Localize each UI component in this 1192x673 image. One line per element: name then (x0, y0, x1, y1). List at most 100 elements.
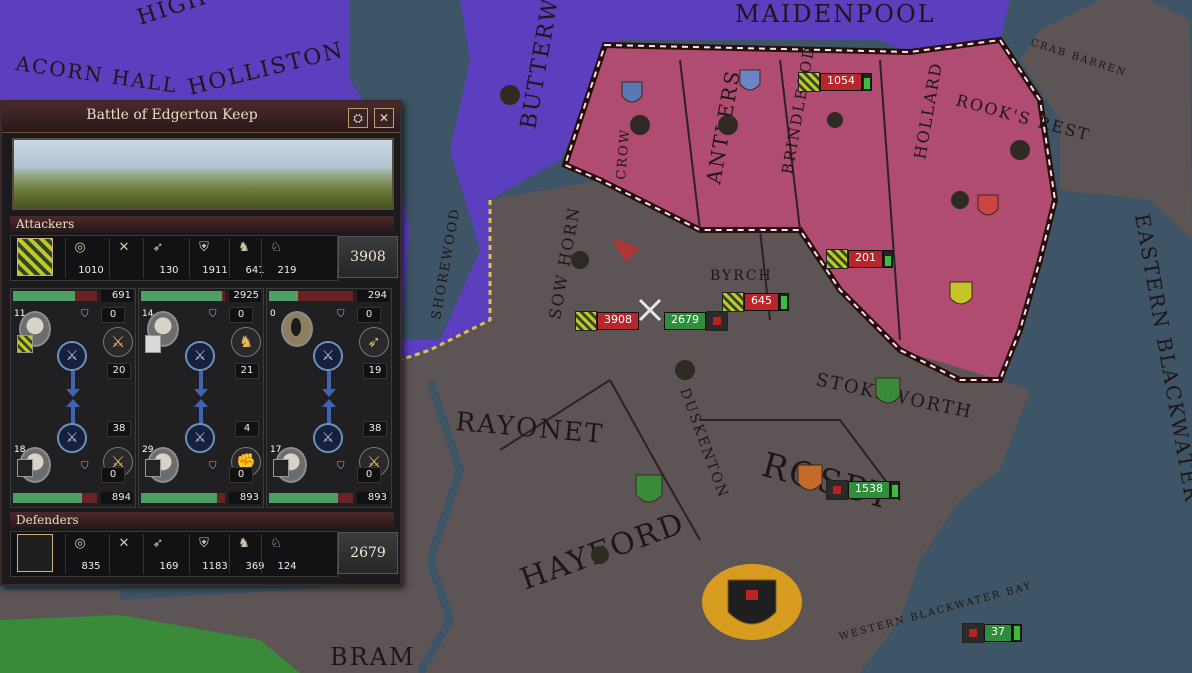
army-unit-201[interactable]: 201 (826, 249, 893, 269)
svg-text:BRAM: BRAM (330, 643, 416, 671)
tactic-value: 38 (363, 421, 387, 437)
commander-skill: 17 (270, 445, 282, 455)
helmet-icon: ⛉ (81, 309, 89, 320)
defender-strength-bar (269, 493, 353, 503)
commander-skill: 11 (14, 309, 26, 319)
defender-strength: 894 (101, 492, 133, 504)
heavy-infantry-icon: ⛨ (199, 536, 209, 551)
attacker-strength: 294 (357, 290, 389, 302)
commander-flag-icon (17, 335, 33, 353)
army-size: 1054 (820, 73, 862, 91)
arrow-down-icon (66, 371, 80, 397)
tactic-sword-icon[interactable]: ⚔ (313, 423, 343, 453)
tactic-value: 20 (107, 363, 131, 379)
flank-center: 2925 14 ⛉ 0 ♞ ⚔ 21 ⚔ 4 29 ⛉ ✊ 0 893 (138, 288, 264, 508)
arrow-down-icon (322, 371, 336, 397)
attacker-strength-bar (13, 291, 97, 301)
army-flag-icon (706, 311, 728, 331)
flank-value: 0 (357, 307, 381, 323)
army-unit-1054[interactable]: 1054 (798, 72, 872, 92)
helmet-icon: ⛉ (209, 309, 217, 320)
tactic-value: 38 (107, 421, 131, 437)
battle-panel: Battle of Edgerton Keep ⛭ ✕ Attackers ◎ 1… (0, 100, 402, 586)
attackers-header: Attackers (10, 216, 394, 232)
defenders-header: Defenders (10, 512, 394, 528)
svg-text:MAIDENPOOL: MAIDENPOOL (735, 0, 936, 28)
army-flag-icon (962, 623, 984, 643)
tactic-icon[interactable]: ➶ (359, 327, 389, 357)
close-button[interactable]: ✕ (374, 108, 394, 128)
attacker-strength-bar (269, 291, 353, 301)
defender-strength-bar (141, 493, 225, 503)
morale-bar (883, 250, 893, 268)
defender-coat-of-arms[interactable] (17, 534, 53, 572)
crossed-swords-icon: ✕ (118, 240, 130, 255)
helmet-icon: ⛉ (337, 309, 345, 320)
army-size: 2679 (664, 312, 706, 330)
commander-flag-icon (273, 459, 289, 477)
helmet-icon: ⛉ (209, 461, 217, 472)
tactic-icon[interactable]: ♞ (231, 327, 261, 357)
attacker-strength-bar (141, 291, 225, 301)
flank-value: 0 (101, 467, 125, 483)
archer-icon: ➶ (152, 240, 164, 255)
flank-value: 0 (357, 467, 381, 483)
light-cavalry-icon: ♞ (238, 536, 250, 551)
attacker-coat-of-arms[interactable] (17, 238, 53, 276)
army-unit-645[interactable]: 645 (722, 292, 789, 312)
archer-icon: ➶ (152, 536, 164, 551)
army-size: 37 (984, 624, 1012, 642)
panel-titlebar: Battle of Edgerton Keep ⛭ ✕ (2, 102, 400, 133)
morale-bar (862, 73, 872, 91)
arrow-down-icon (194, 371, 208, 397)
army-flag-icon (826, 480, 848, 500)
army-size: 3908 (597, 312, 639, 330)
tactic-sword-icon[interactable]: ⚔ (57, 423, 87, 453)
flank-right: 294 0 ⛉ 0 ➶ ⚔ 19 ⚔ 38 17 ⛉ ⚔ 0 893 (266, 288, 392, 508)
army-size: 201 (848, 250, 883, 268)
flank-value: 0 (229, 307, 253, 323)
attackers-summary: ◎ 1010 ✕ ➶ 130 ⛨ 1911 ♞ 641 ♘ 219 (10, 235, 338, 281)
army-size: 645 (744, 293, 779, 311)
helmet-icon: ⛉ (337, 461, 345, 472)
army-unit-1538[interactable]: 1538 (826, 480, 900, 500)
defenders-summary: ◎ 835 ✕ ➶ 169 ⛨ 1183 ♞ 369 ♘ 124 (10, 531, 338, 577)
army-flag-icon (826, 249, 848, 269)
light-cavalry-icon: ♞ (238, 240, 250, 255)
tactic-value: 21 (235, 363, 259, 379)
defender-strength: 893 (357, 492, 389, 504)
crossed-swords-icon: ✕ (118, 536, 130, 551)
attacker-strength: 691 (101, 290, 133, 302)
bow-icon: ◎ (74, 240, 86, 255)
tactic-sword-icon[interactable]: ⚔ (57, 341, 87, 371)
attackers-total: 3908 (338, 236, 398, 278)
commander-flag-icon (145, 459, 161, 477)
army-unit-3908[interactable]: 3908 (575, 311, 639, 331)
flank-value: 0 (101, 307, 125, 323)
tactic-sword-icon[interactable]: ⚔ (185, 341, 215, 371)
pin-button[interactable]: ⛭ (348, 108, 368, 128)
army-unit-37[interactable]: 37 (962, 623, 1022, 643)
morale-bar (890, 481, 900, 499)
tactic-sword-icon[interactable]: ⚔ (313, 341, 343, 371)
heavy-infantry-icon: ⛨ (199, 240, 209, 255)
bow-icon: ◎ (74, 536, 86, 551)
commander-flag-icon (17, 459, 33, 477)
army-flag-icon (798, 72, 820, 92)
tactic-icon[interactable]: ⚔ (103, 327, 133, 357)
svg-text:BYRCH: BYRCH (710, 268, 773, 284)
tactic-value: 19 (363, 363, 387, 379)
tactic-sword-icon[interactable]: ⚔ (185, 423, 215, 453)
tactic-value: 4 (235, 421, 259, 437)
army-flag-icon (575, 311, 597, 331)
battle-title: Battle of Edgerton Keep (86, 107, 258, 123)
defender-strength: 893 (229, 492, 261, 504)
battlefield-landscape-image (12, 138, 394, 210)
knight-icon: ♘ (270, 536, 282, 551)
commander-skill: 18 (14, 445, 26, 455)
defender-strength-bar (13, 493, 97, 503)
commander-silhouette-icon[interactable] (281, 311, 313, 347)
attacker-strength: 2925 (229, 290, 261, 302)
army-unit-2679[interactable]: 2679 (664, 311, 728, 331)
commander-skill: 0 (270, 309, 276, 319)
